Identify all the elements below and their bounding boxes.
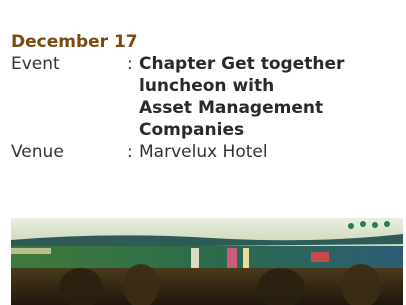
event-title-line: Companies <box>139 120 245 140</box>
event-date: December 17 <box>11 32 138 52</box>
venue-label: Venue <box>11 142 64 162</box>
event-title-line: Chapter Get together <box>139 54 345 74</box>
event-title-line: Asset Management <box>139 98 324 118</box>
venue-value: Marvelux Hotel <box>139 142 268 162</box>
event-separator: : <box>127 54 133 74</box>
event-label: Event <box>11 54 60 74</box>
event-photo <box>11 218 403 305</box>
event-title: Chapter Get together luncheon with Asset… <box>139 53 344 141</box>
venue-separator: : <box>127 142 133 162</box>
event-title-line: luncheon with <box>139 76 275 96</box>
